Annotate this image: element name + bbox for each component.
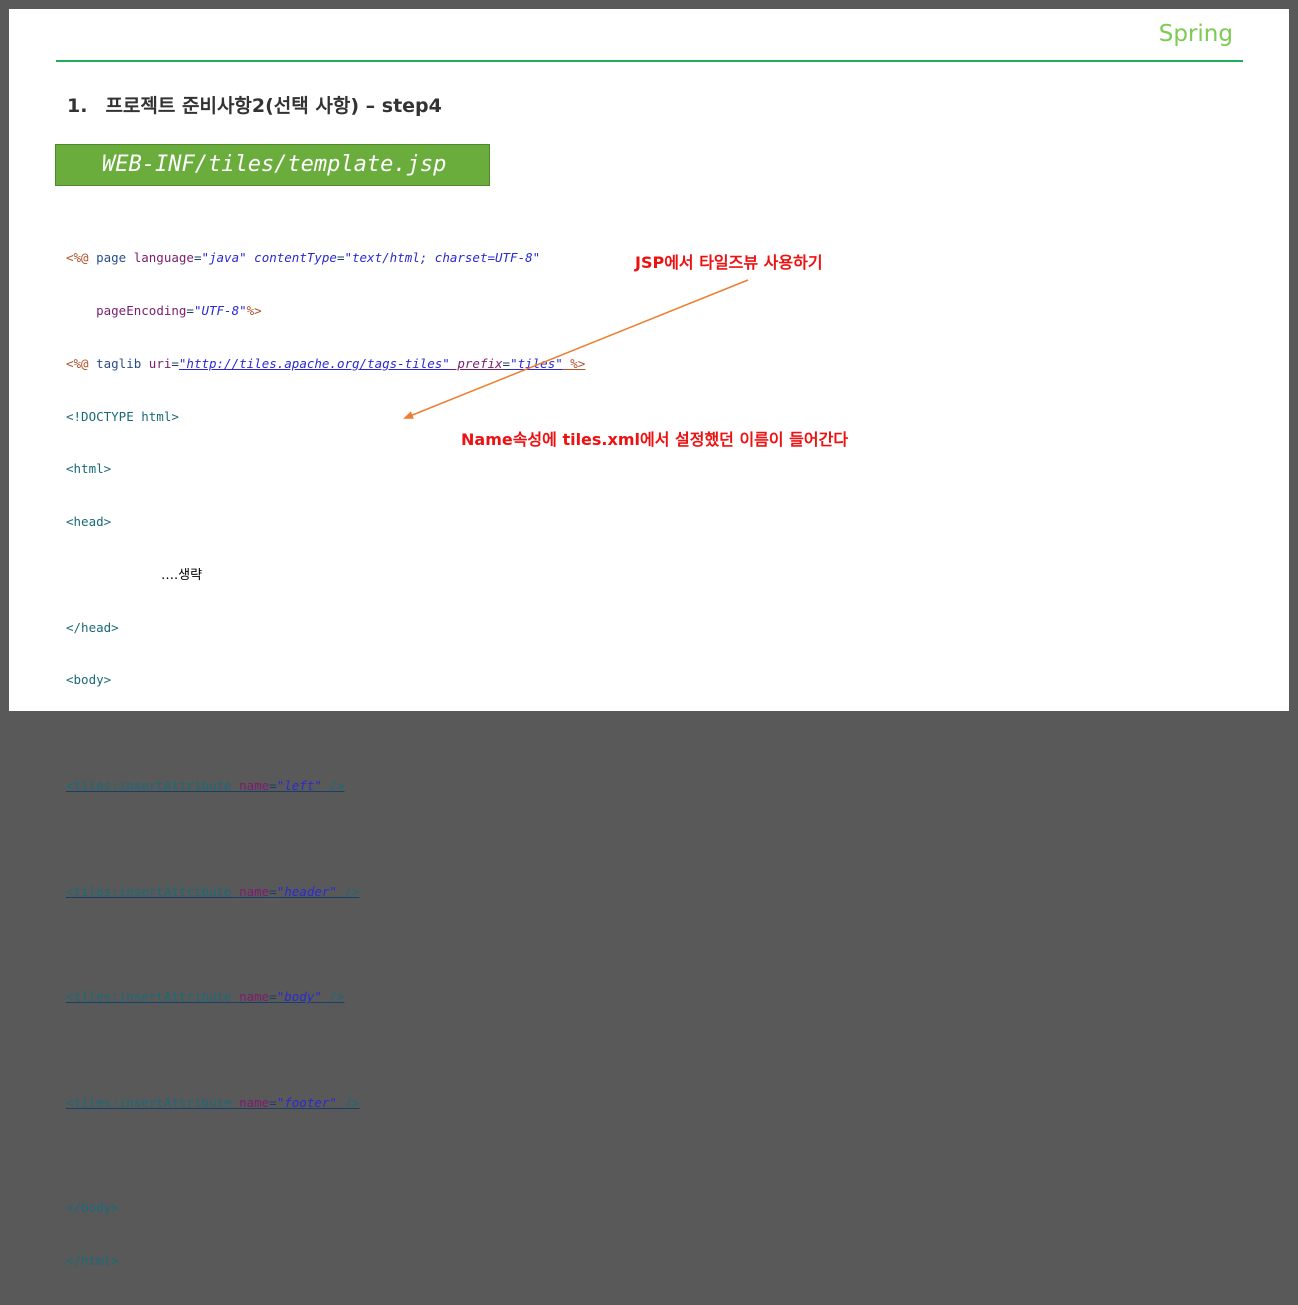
tag-close: /> [336,1094,360,1110]
equals: = [269,778,277,793]
tiles-tag: <tiles:insertAttribute [66,778,240,793]
arrow-line [403,279,749,419]
attr-value: "left" [276,778,322,793]
attr-value: "body" [276,989,322,1005]
callout-arrow [403,279,749,419]
tag-close: /> [336,883,360,899]
equals: = [269,1094,277,1110]
slide-page: Spring 1. 프로젝트 준비사항2(선택 사항) – step4 WEB-I… [9,9,1289,1268]
attr-value: "footer" [276,1094,337,1110]
tiles-insert-footer: <tiles:insertAttribute name="footer" /> [66,1094,585,1112]
tiles-insert-header: <tiles:insertAttribute name="header" /> [66,883,585,901]
tiles-tag: <tiles:insertAttribute [66,1094,240,1110]
attr-value: "header" [276,883,337,899]
attr-name: name [239,883,270,899]
code-line-html-close: </html> [66,1253,119,1269]
tiles-insert-left: <tiles:insertAttribute name="left" /> [66,777,585,795]
tag-close: /> [321,989,345,1005]
attr-name: name [239,989,270,1005]
equals: = [269,883,277,899]
attr-name: name [239,778,270,793]
attr-name: name [239,1094,270,1110]
tiles-insert-body: <tiles:insertAttribute name="body" /> [66,988,585,1006]
tag-close: /> [321,778,345,793]
tiles-tag: <tiles:insertAttribute [66,989,240,1005]
equals: = [269,989,277,1005]
tiles-tag: <tiles:insertAttribute [66,883,240,899]
code-line-body-close: </body> [66,1200,119,1216]
